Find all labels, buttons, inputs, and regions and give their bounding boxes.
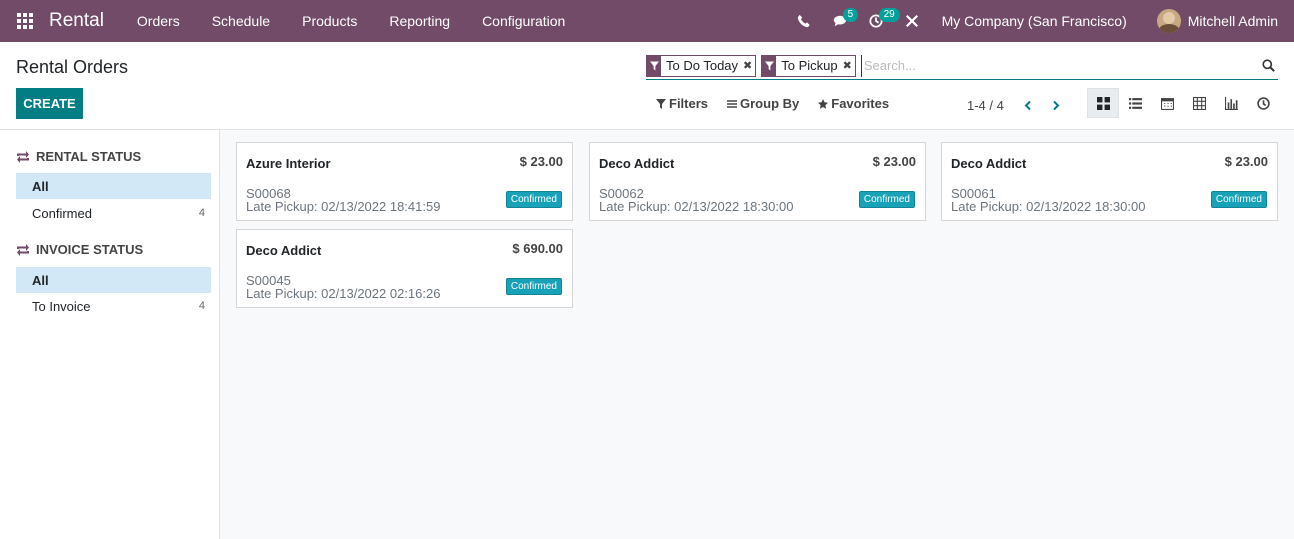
facet-label: To Pickup [781,58,838,73]
remove-facet-icon[interactable]: ✖ [843,59,855,72]
search-facet-todo-today: To Do Today ✖ [646,54,757,77]
card-amount: $ 23.00 [1224,154,1268,169]
user-name: Mitchell Admin [1187,13,1278,29]
card-customer: Deco Addict [951,156,1027,171]
favorites-button[interactable]: Favorites [818,96,889,111]
remove-facet-icon[interactable]: ✖ [743,59,755,72]
card-amount: $ 23.00 [872,154,916,169]
page-title: Rental Orders [16,57,129,77]
phone-icon[interactable] [786,0,822,42]
pager: 1-4 / 4 [967,95,1070,115]
side-item-count: 4 [198,300,205,312]
invoice-status-to-invoice[interactable]: To Invoice 4 [16,293,211,319]
side-item-count: 4 [198,207,205,219]
menu-configuration[interactable]: Configuration [466,0,581,42]
top-navbar: Rental Orders Schedule Products Reportin… [0,0,1294,42]
star-icon [818,98,829,109]
retweet-icon [17,243,29,256]
rental-status-label: Rental Status [36,149,142,164]
card-pickup: Late Pickup: 02/13/2022 02:16:26 [246,286,440,301]
calendar-view-icon[interactable] [1151,88,1183,118]
retweet-icon [17,150,29,163]
search-bar: To Do Today ✖ To Pickup ✖ [646,52,1278,80]
apps-menu-icon[interactable] [17,13,33,29]
kanban-view: Azure Interior $ 23.00 S00068 Late Picku… [220,130,1294,539]
menu-schedule[interactable]: Schedule [196,0,286,42]
status-badge: Confirmed [505,191,562,208]
card-pickup: Late Pickup: 02/13/2022 18:41:59 [246,199,440,214]
card-pickup: Late Pickup: 02/13/2022 18:30:00 [599,199,793,214]
pickup-label: Late Pickup: [599,199,671,214]
app-brand[interactable]: Rental [49,10,104,32]
menu-products[interactable]: Products [286,0,373,42]
pickup-date: 02/13/2022 02:16:26 [321,286,441,301]
control-panel: Rental Orders CREATE To Do Today ✖ To Pi… [0,42,1294,130]
pickup-date: 02/13/2022 18:30:00 [674,199,794,214]
pager-previous-icon[interactable] [1014,95,1042,115]
side-item-label: All [32,178,49,194]
side-item-label: Confirmed [32,205,92,221]
pickup-label: Late Pickup: [246,286,318,301]
rental-status-confirmed[interactable]: Confirmed 4 [16,200,211,226]
filters-button[interactable]: Filters [656,96,708,111]
kanban-card[interactable]: Deco Addict $ 23.00 S00062 Late Pickup: … [589,142,926,221]
create-button[interactable]: CREATE [16,88,83,119]
avatar [1156,9,1181,33]
kanban-card[interactable]: Deco Addict $ 23.00 S00061 Late Pickup: … [941,142,1278,221]
invoice-status-all[interactable]: All [16,267,211,293]
card-pickup: Late Pickup: 02/13/2022 18:30:00 [951,199,1145,214]
status-badge: Confirmed [858,191,915,208]
bars-icon [727,99,738,108]
status-badge: Confirmed [1210,191,1267,208]
messages-icon[interactable]: 5 [822,0,859,42]
debug-tools-icon[interactable] [894,0,930,42]
menu-reporting[interactable]: Reporting [373,0,466,42]
search-panel: Rental Status All Confirmed 4 Invoice St… [0,130,220,539]
menu-orders[interactable]: Orders [121,0,196,42]
filters-label: Filters [669,96,709,111]
pickup-label: Late Pickup: [246,199,318,214]
rental-status-header: Rental Status [16,149,141,164]
status-badge: Confirmed [505,278,562,295]
pickup-date: 02/13/2022 18:41:59 [321,199,441,214]
view-switcher [1087,88,1279,118]
search-icon[interactable] [1258,55,1278,77]
activities-icon[interactable]: 29 [858,0,900,42]
kanban-view-icon[interactable] [1087,88,1119,118]
group-by-button[interactable]: Group By [727,96,799,111]
card-customer: Deco Addict [599,156,675,171]
pager-next-icon[interactable] [1042,95,1070,115]
invoice-status-label: Invoice Status [36,242,144,257]
side-item-label: All [32,272,49,288]
group-by-label: Group By [740,96,800,111]
pickup-date: 02/13/2022 18:30:00 [1026,199,1146,214]
favorites-label: Favorites [831,96,890,111]
list-view-icon[interactable] [1119,88,1151,118]
filter-icon [647,54,661,77]
card-customer: Deco Addict [246,243,322,258]
activity-view-icon[interactable] [1247,88,1279,118]
search-facet-to-pickup: To Pickup ✖ [761,54,856,77]
user-menu[interactable]: Mitchell Admin [1156,9,1278,33]
rental-status-all[interactable]: All [16,173,211,199]
filter-icon [762,54,777,77]
messages-badge: 5 [842,8,859,22]
side-item-label: To Invoice [32,298,91,314]
pickup-label: Late Pickup: [951,199,1023,214]
kanban-card[interactable]: Azure Interior $ 23.00 S00068 Late Picku… [236,142,573,221]
facet-label: To Do Today [666,58,739,73]
search-input[interactable] [860,54,1258,77]
invoice-status-header: Invoice Status [16,242,143,257]
pivot-view-icon[interactable] [1183,88,1215,118]
company-switcher[interactable]: My Company (San Francisco) [942,13,1127,29]
card-amount: $ 23.00 [519,154,563,169]
pager-value[interactable]: 1-4 / 4 [967,98,1004,113]
kanban-card[interactable]: Deco Addict $ 690.00 S00045 Late Pickup:… [236,229,573,308]
card-customer: Azure Interior [246,156,331,171]
filter-icon [656,98,666,109]
graph-view-icon[interactable] [1215,88,1247,118]
card-amount: $ 690.00 [512,241,563,256]
